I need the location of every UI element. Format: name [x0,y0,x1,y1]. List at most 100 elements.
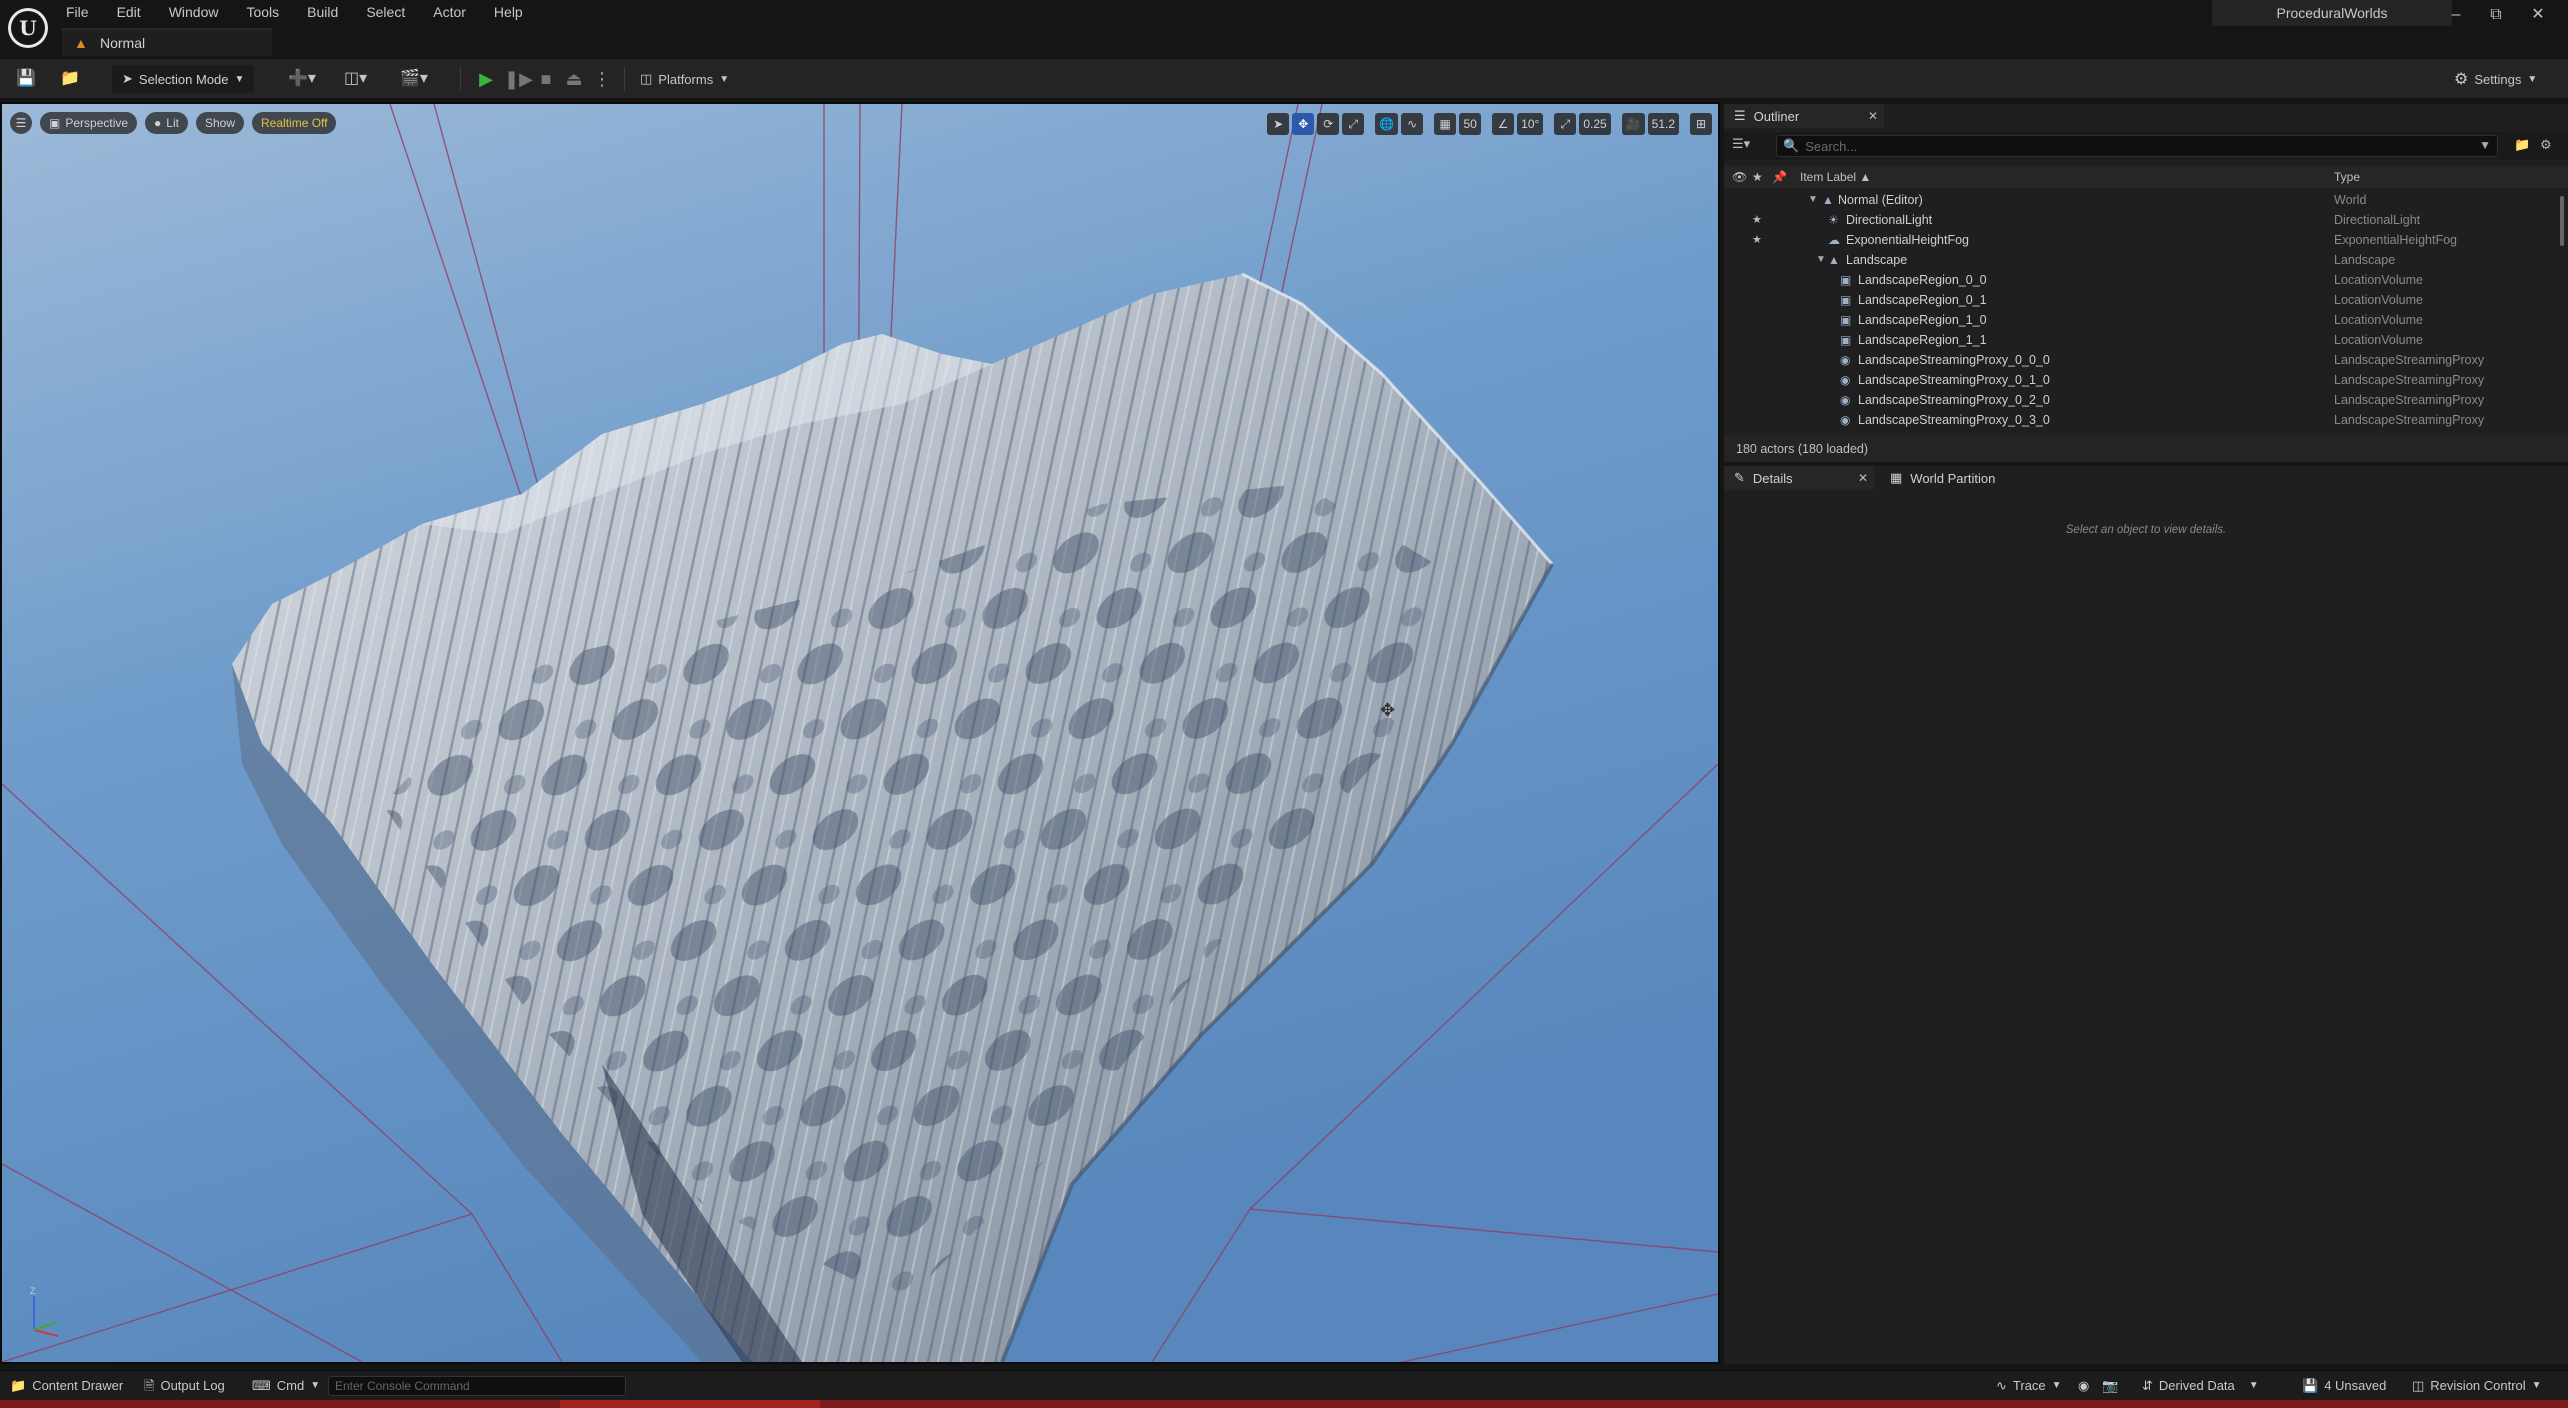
grid-snap-icon[interactable]: ▦ [1434,113,1457,135]
viewport-scene[interactable] [2,104,1718,1362]
favorite-column-icon[interactable]: ★ [1752,166,1763,188]
derived-data-dropdown[interactable]: ⇵ Derived Data ▼ [2142,1371,2259,1401]
list-item[interactable]: ★ ☀ DirectionalLight DirectionalLight [1724,210,2560,230]
gear-icon[interactable]: ⚙ [2540,137,2552,153]
step-icon[interactable]: ❚▶ [504,67,533,91]
cursor-icon: ➤ [122,71,133,86]
item-label: LandscapeRegion_0_1 [1858,293,1987,307]
list-item[interactable]: ▣ LandscapeRegion_0_1 LocationVolume [1724,290,2560,310]
menu-file[interactable]: File [66,0,103,24]
pin-column-icon[interactable]: 📌 [1772,166,1787,188]
record-icon[interactable]: ◉ [2078,1371,2089,1401]
show-label: Show [204,116,236,130]
menu-window[interactable]: Window [169,0,233,24]
scale-snap-value[interactable]: 0.25 [1579,113,1611,135]
star-icon[interactable]: ★ [1752,230,1762,250]
unsaved-button[interactable]: 💾 4 Unsaved [2302,1371,2386,1401]
menu-tools[interactable]: Tools [246,0,293,24]
camera-speed-value[interactable]: 51.2 [1647,113,1679,135]
add-folder-icon[interactable]: 📁 [2514,137,2530,153]
list-item[interactable]: ▼ ▲ Landscape Landscape [1724,250,2560,270]
list-item[interactable]: ▼ ▲ Normal (Editor) World [1724,190,2560,210]
unreal-logo-icon[interactable]: U [8,8,48,48]
list-item[interactable]: ◉ LandscapeStreamingProxy_0_3_0 Landscap… [1724,410,2560,430]
menu-build[interactable]: Build [307,0,352,24]
perspective-cube-icon: ▣ [49,116,61,130]
menu-actor[interactable]: Actor [433,0,480,24]
viewport-menu-icon[interactable]: ☰ [10,112,32,134]
menu-select[interactable]: Select [366,0,419,24]
select-tool-icon[interactable]: ➤ [1267,113,1290,135]
eject-icon[interactable]: ⏏ [562,67,586,91]
stop-icon[interactable]: ■ [534,67,558,91]
list-item[interactable]: ◉ LandscapeStreamingProxy_0_2_0 Landscap… [1724,390,2560,410]
selection-mode-dropdown[interactable]: ➤ Selection Mode ▼ [112,65,255,93]
save-icon[interactable]: 💾 [16,67,36,91]
list-item[interactable]: ▣ LandscapeRegion_1_0 LocationVolume [1724,310,2560,330]
item-label-header[interactable]: Item Label ▲ [1800,166,1871,188]
cinematics-icon[interactable]: 🎬▾ [400,67,428,91]
star-icon[interactable]: ★ [1752,210,1762,230]
settings-button[interactable]: ⚙ Settings ▼ [2454,67,2537,91]
content-browser-icon[interactable]: 📁 [60,67,80,91]
outliner-scrollbar[interactable] [2560,196,2564,246]
content-drawer-icon: 📁 [10,1378,27,1393]
translate-tool-icon[interactable]: ✥ [1292,113,1315,135]
collapse-arrow-icon[interactable]: ▼ [1816,250,1826,270]
menu-edit[interactable]: Edit [117,0,155,24]
level-tab[interactable]: ▲ Normal [62,28,272,56]
menu-help[interactable]: Help [494,0,537,24]
content-drawer-button[interactable]: 📁 Content Drawer [10,1371,123,1401]
outliner-search-input[interactable]: 🔍 Search... ▼ [1776,135,2498,157]
surface-snap-icon[interactable]: ∿ [1401,113,1424,135]
grid-snap-value[interactable]: 50 [1459,113,1482,135]
output-log-button[interactable]: 🗎 Output Log [144,1371,225,1401]
details-panel: ✎ Details ✕ ▦ World Partition Select an … [1724,466,2568,1364]
restore-icon[interactable]: ⧉ [2476,0,2516,30]
revision-control-dropdown[interactable]: ◫ Revision Control ▼ [2412,1371,2542,1401]
play-icon[interactable]: ▶ [474,67,498,91]
add-actor-icon[interactable]: ➕▾ [288,67,316,91]
item-type: LandscapeStreamingProxy [2334,393,2485,407]
scale-tool-icon[interactable]: ⤢ [1342,113,1365,135]
scale-snap-icon[interactable]: ⤢ [1554,113,1577,135]
type-header[interactable]: Type [2334,166,2360,188]
project-name: ProceduralWorlds [2212,0,2452,26]
lit-button[interactable]: ● Lit [145,112,188,134]
blueprint-icon[interactable]: ◫▾ [344,67,367,91]
close-icon[interactable]: ✕ [1852,466,1874,490]
trace-dropdown[interactable]: ∿ Trace ▼ [1996,1371,2062,1401]
more-options-icon[interactable]: ⋮ [590,67,614,91]
screenshot-icon[interactable]: 📷 [2102,1371,2118,1401]
filter-icon[interactable]: ☰▾ [1732,136,1750,152]
list-item[interactable]: ◉ LandscapeStreamingProxy_0_1_0 Landscap… [1724,370,2560,390]
layout-icon[interactable]: ⊞ [1690,113,1712,135]
cmd-dropdown[interactable]: ⌨ Cmd ▼ [252,1371,320,1401]
perspective-label: Perspective [65,116,129,130]
rotation-snap-value[interactable]: 10° [1517,113,1544,135]
platforms-dropdown[interactable]: ◫ Platforms ▼ [640,67,729,91]
minimize-icon[interactable]: – [2436,0,2476,30]
list-item[interactable]: ◉ LandscapeStreamingProxy_0_0_0 Landscap… [1724,350,2560,370]
camera-speed-icon[interactable]: 🎥 [1621,113,1645,135]
tab-details[interactable]: ✎ Details ✕ [1724,466,1874,490]
chevron-down-icon[interactable]: ▼ [2479,138,2491,152]
world-partition-icon: ▦ [1890,470,1903,485]
level-viewport[interactable]: ☰ ▣ Perspective ● Lit Show Realtime Off … [0,102,1720,1364]
collapse-arrow-icon[interactable]: ▼ [1808,190,1818,210]
rotate-tool-icon[interactable]: ⟳ [1317,113,1340,135]
console-command-input[interactable]: Enter Console Command [328,1376,626,1396]
rotation-snap-icon[interactable]: ∠ [1492,113,1515,135]
tab-outliner[interactable]: ☰ Outliner ✕ [1724,104,1884,128]
list-item[interactable]: ▣ LandscapeRegion_0_0 LocationVolume [1724,270,2560,290]
world-local-icon[interactable]: 🌐 [1375,113,1399,135]
close-window-icon[interactable]: ✕ [2518,0,2558,30]
list-item[interactable]: ▣ LandscapeRegion_1_1 LocationVolume [1724,330,2560,350]
perspective-button[interactable]: ▣ Perspective [40,112,138,134]
list-item[interactable]: ★ ☁ ExponentialHeightFog ExponentialHeig… [1724,230,2560,250]
realtime-toggle[interactable]: Realtime Off [252,112,337,134]
show-button[interactable]: Show [195,112,245,134]
visibility-column-icon[interactable]: 👁 [1732,166,1747,188]
tab-world-partition[interactable]: ▦ World Partition [1880,466,2020,490]
close-icon[interactable]: ✕ [1862,104,1884,128]
